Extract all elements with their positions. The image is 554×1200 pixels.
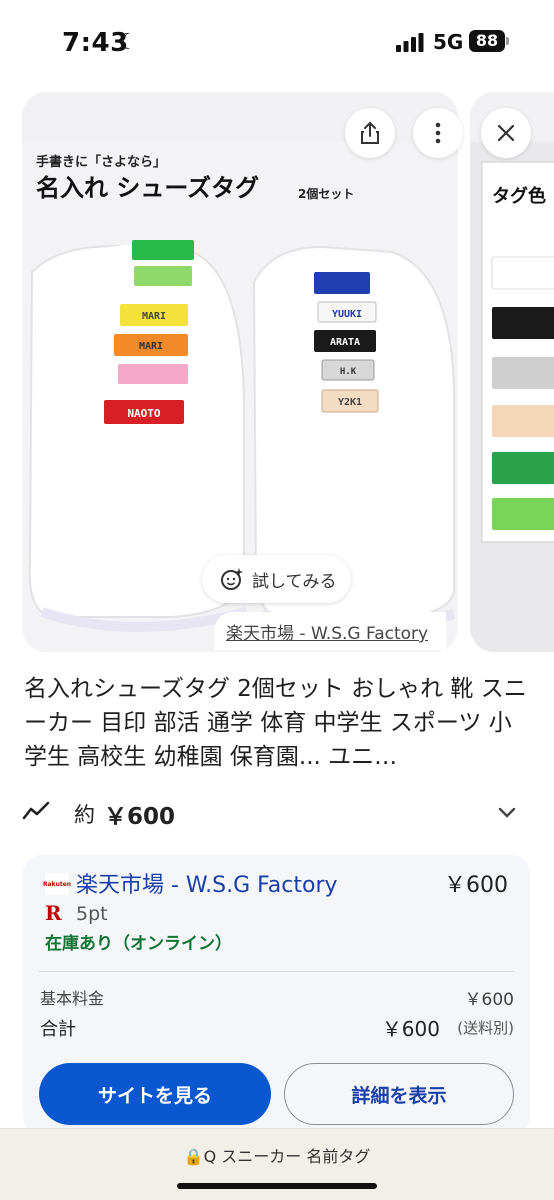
tag-mari-yellow: MARI: [142, 311, 166, 322]
offer-card: Rakuten 楽天市場 - W.S.G Factory ￥600 R 5pt …: [23, 855, 530, 1135]
close-button[interactable]: [481, 108, 531, 158]
visit-site-button[interactable]: サイトを見る: [39, 1063, 271, 1125]
image-set-label: 2個セット: [298, 186, 354, 201]
seller-link[interactable]: 楽天市場 - W.S.G Factory: [76, 867, 338, 899]
share-icon: [361, 121, 379, 144]
total-label: 合計: [40, 1019, 76, 1040]
bottom-search-query[interactable]: 🔒Q スニーカー 名前タグ: [0, 1143, 554, 1167]
bottom-search-bar[interactable]: 🔒Q スニーカー 名前タグ: [0, 1128, 554, 1200]
more-options-button[interactable]: [413, 108, 463, 158]
focus-moon-icon: ☾: [118, 30, 138, 55]
image-headline-line1: 手書きに「さよなら」: [36, 154, 166, 170]
price-value: ￥600: [104, 804, 176, 830]
image-source-link[interactable]: 楽天市場 - W.S.G Factory: [214, 612, 446, 650]
tag-y2k1: Y2K1: [338, 397, 362, 408]
points-text: 5pt: [76, 903, 108, 925]
try-on-label: 試してみる: [252, 571, 337, 592]
share-button[interactable]: [345, 108, 395, 158]
try-on-button[interactable]: 試してみる: [202, 555, 351, 603]
seller-logo: Rakuten: [43, 873, 71, 895]
home-indicator[interactable]: [177, 1183, 377, 1189]
tag-hk: H.K: [340, 367, 357, 377]
price-approx-label: 約: [74, 803, 95, 827]
base-fee-value: ￥600: [464, 990, 514, 1010]
next-product-image: タグ色: [470, 142, 554, 652]
price-row[interactable]: 約 ￥600: [22, 790, 532, 834]
tag-mari-orange: MARI: [139, 341, 163, 352]
chevron-down-icon[interactable]: [496, 802, 518, 822]
close-icon: [497, 124, 515, 142]
network-type: 5G: [433, 30, 464, 54]
try-on-face-icon: [221, 568, 243, 590]
tag-yuuki: YUUKI: [332, 309, 362, 320]
total-value: ￥600: [381, 1017, 440, 1041]
rakuten-points-icon: R: [45, 901, 62, 925]
stock-status: 在庫あり（オンライン）: [45, 934, 232, 954]
next-image-card[interactable]: タグ色: [470, 92, 554, 652]
status-bar: 7:43 ☾ 5G 88: [0, 0, 554, 84]
tag-naoto: NAOTO: [127, 407, 160, 420]
offer-price: ￥600: [444, 873, 508, 898]
divider: [39, 971, 514, 972]
battery-icon: 88: [469, 30, 505, 52]
battery-nub: [506, 37, 509, 45]
more-vert-icon: [435, 122, 441, 144]
next-image-title: タグ色: [492, 185, 546, 207]
image-headline-line2: 名入れ シューズタグ: [36, 174, 259, 202]
price-trend-icon: [22, 801, 50, 820]
tag-arata: ARATA: [330, 337, 360, 348]
base-fee-label: 基本料金: [40, 989, 105, 1008]
show-details-button[interactable]: 詳細を表示: [284, 1063, 514, 1125]
product-title: 名入れシューズタグ 2個セット おしゃれ 靴 スニーカー 目印 部活 通学 体育…: [24, 676, 527, 770]
shipping-note: (送料別): [457, 1019, 514, 1037]
cellular-signal-icon: [396, 33, 424, 52]
